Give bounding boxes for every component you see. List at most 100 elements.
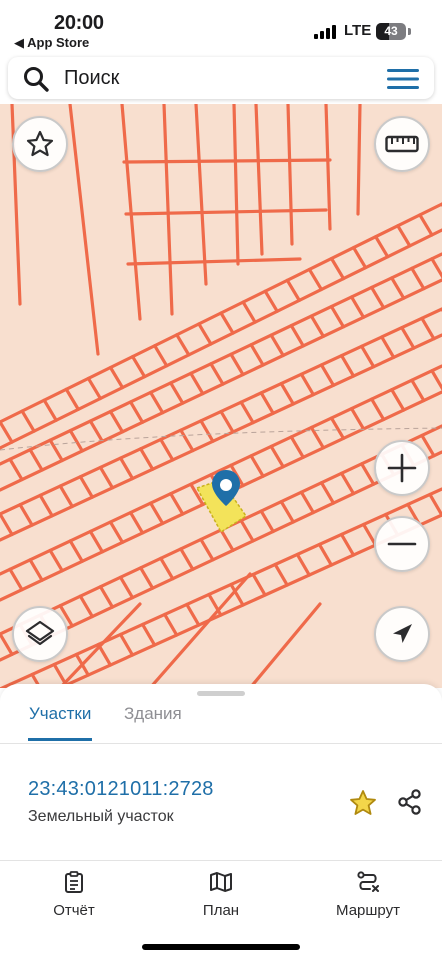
parcel-boundary [370, 285, 386, 310]
search-bar [8, 57, 434, 99]
parcel-boundary [139, 566, 155, 590]
parcel-boundary [128, 510, 145, 535]
parcel-boundary [254, 104, 264, 256]
parcel-boundary [199, 537, 215, 562]
tab-parcels[interactable]: Участки [28, 704, 93, 741]
sheet-drag-handle[interactable] [197, 691, 245, 696]
nav-route-label: Маршрут [336, 902, 400, 919]
parcel-boundary [197, 322, 213, 346]
share-icon[interactable] [394, 787, 424, 817]
parcel-boundary [418, 213, 434, 237]
object-type-label: Земельный участок [28, 808, 174, 825]
parcel-boundary [420, 316, 436, 341]
parcel-boundary [396, 224, 412, 248]
network-type-label: LTE [344, 22, 372, 39]
report-clipboard-icon [65, 871, 83, 893]
parcel-boundary [98, 465, 115, 490]
parcel-boundary [249, 454, 265, 478]
parcel-boundary [189, 371, 205, 396]
parcel-boundary [286, 104, 294, 246]
parcel-boundary [319, 481, 336, 505]
tab-buildings[interactable]: Здания [124, 704, 182, 738]
plus-icon [387, 453, 417, 483]
parcel-boundary [86, 376, 103, 401]
parcel-boundary [126, 257, 302, 266]
parcel-boundary [229, 352, 245, 377]
nav-plan[interactable]: План [161, 870, 281, 919]
star-icon[interactable] [348, 788, 378, 818]
zoom-out-button[interactable] [374, 516, 430, 572]
parcel-boundary [370, 397, 386, 422]
parcel-boundary [162, 104, 174, 316]
status-time: 20:00 [54, 12, 104, 34]
parcel-boundary [18, 503, 34, 527]
parcel-boundary [78, 475, 94, 499]
parcel-boundary [68, 429, 84, 453]
back-to-app-store-link[interactable]: ◀ App Store [14, 35, 89, 51]
parcel-boundary [269, 333, 285, 358]
parcel-boundary [259, 509, 275, 534]
parcel-boundary [58, 484, 74, 509]
parcel-boundary [124, 208, 328, 216]
home-indicator [142, 944, 300, 950]
parcel-boundary [329, 304, 346, 329]
parcel-boundary [251, 572, 267, 597]
parcel-boundary [410, 266, 426, 291]
parcel-boundary [118, 456, 135, 481]
parcel-boundary [108, 520, 125, 544]
parcel-boundary [149, 501, 165, 526]
parcel-boundary [309, 314, 325, 338]
parcel-boundary [232, 104, 240, 266]
parcel-boundary [118, 632, 135, 657]
search-input[interactable] [64, 63, 364, 93]
parcel-boundary [329, 256, 346, 281]
parcel-boundary [108, 365, 125, 390]
my-location-button[interactable] [374, 606, 430, 662]
parcel-boundary [219, 311, 235, 335]
parcel-boundary [307, 267, 323, 292]
minus-icon [387, 542, 417, 546]
parcel-boundary [299, 490, 315, 515]
route-icon [357, 871, 379, 892]
parcel-boundary [400, 326, 416, 350]
favorites-map-button[interactable] [12, 116, 68, 172]
parcel-grid [0, 104, 442, 688]
search-icon[interactable] [22, 65, 50, 93]
parcel-boundary [0, 420, 14, 444]
cadastral-number-link[interactable]: 23:43:0121011:2728 [28, 778, 214, 801]
parcel-boundary [0, 512, 14, 537]
sheet-divider [0, 860, 442, 861]
parcel-boundary [131, 355, 147, 379]
parcel-boundary [78, 594, 94, 619]
parcel-boundary [259, 391, 275, 415]
nav-report-label: Отчёт [53, 902, 95, 919]
parcel-boundary [0, 252, 442, 466]
tabs-divider [0, 743, 442, 744]
parcel-boundary [299, 372, 315, 397]
layers-icon [25, 620, 55, 646]
zoom-in-button[interactable] [374, 440, 430, 496]
parcel-boundary [248, 602, 322, 688]
parcel-boundary [141, 622, 157, 647]
parcel-boundary [20, 409, 36, 433]
ruler-button[interactable] [374, 116, 430, 172]
parcel-boundary [0, 632, 14, 656]
parcel-boundary [8, 457, 24, 482]
cadastral-map[interactable] [0, 104, 442, 688]
battery-level: 43 [384, 24, 398, 38]
nav-report[interactable]: Отчёт [14, 870, 134, 919]
hamburger-menu-icon[interactable] [386, 67, 420, 91]
parcel-boundary [279, 381, 295, 406]
nav-route[interactable]: Маршрут [308, 870, 428, 919]
parcel-boundary [179, 547, 195, 571]
parcel-boundary [42, 398, 58, 422]
parcel-boundary [352, 246, 368, 270]
layers-button[interactable] [12, 606, 68, 662]
parcel-boundary [273, 562, 289, 587]
status-bar: 20:00 ◀ App Store LTE 43 [0, 0, 442, 58]
parcel-boundary [68, 539, 84, 563]
parcel-boundary [88, 419, 104, 443]
parcel-boundary [128, 400, 145, 424]
ruler-icon [385, 135, 419, 153]
parcel-boundary [194, 104, 208, 286]
